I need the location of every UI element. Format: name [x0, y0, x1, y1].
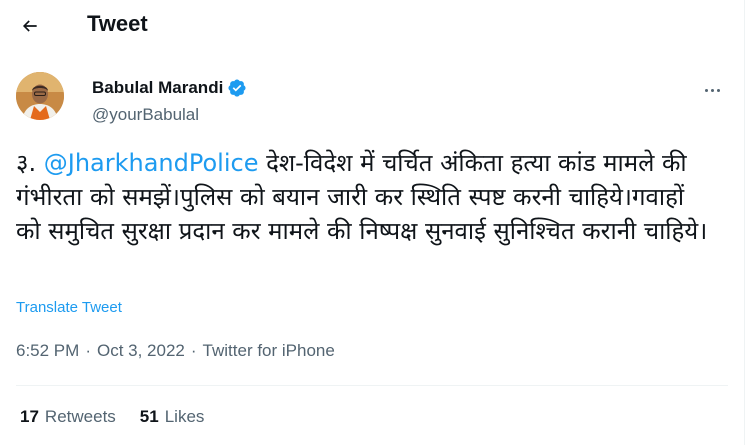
page-header: Tweet [0, 0, 745, 53]
back-button[interactable] [12, 8, 48, 44]
author-handle[interactable]: @yourBabulal [92, 105, 247, 125]
author-name[interactable]: Babulal Marandi [92, 78, 223, 98]
more-dot-icon [710, 88, 714, 92]
meta-separator: · [190, 341, 197, 360]
translate-tweet-link[interactable]: Translate Tweet [16, 299, 122, 316]
tweet-date[interactable]: Oct 3, 2022 [97, 341, 185, 361]
likes-count: 51 [139, 407, 159, 426]
tweet-stats: 17 Retweets 51 Likes [20, 407, 204, 427]
tweet-time[interactable]: 6:52 PM [16, 341, 79, 361]
retweets-label: Retweets [44, 407, 116, 426]
verified-badge-icon [228, 79, 246, 97]
meta-separator: · [85, 341, 91, 360]
divider [16, 385, 728, 386]
mention-link[interactable]: @JharkhandPolice [44, 149, 259, 177]
likes-label: Likes [164, 407, 205, 426]
retweets-count: 17 [20, 407, 39, 426]
likes-stat[interactable]: 51 Likes [140, 407, 205, 427]
page-title: Tweet [87, 11, 148, 36]
retweets-stat[interactable]: 17 Retweets [20, 407, 116, 427]
author-block: Babulal Marandi @yourBabulal [92, 78, 247, 125]
tweet-meta: 6:52 PM · Oct 3, 2022 · Twitter for iPho… [16, 341, 335, 361]
tweet-text-prefix: ३. [16, 149, 44, 177]
avatar-image [16, 72, 64, 120]
tweet-text: ३. @JharkhandPolice देश-विदेश में चर्चित… [16, 146, 716, 248]
more-options-button[interactable] [698, 78, 726, 102]
more-dot-icon [704, 88, 708, 92]
tweet-source[interactable]: Twitter for iPhone [203, 341, 335, 361]
avatar[interactable] [16, 72, 64, 120]
more-dot-icon [716, 88, 720, 92]
arrow-left-icon [22, 20, 37, 32]
tweet-page: Tweet Babulal Marandi @yourBabulal ३. @J… [0, 0, 745, 445]
